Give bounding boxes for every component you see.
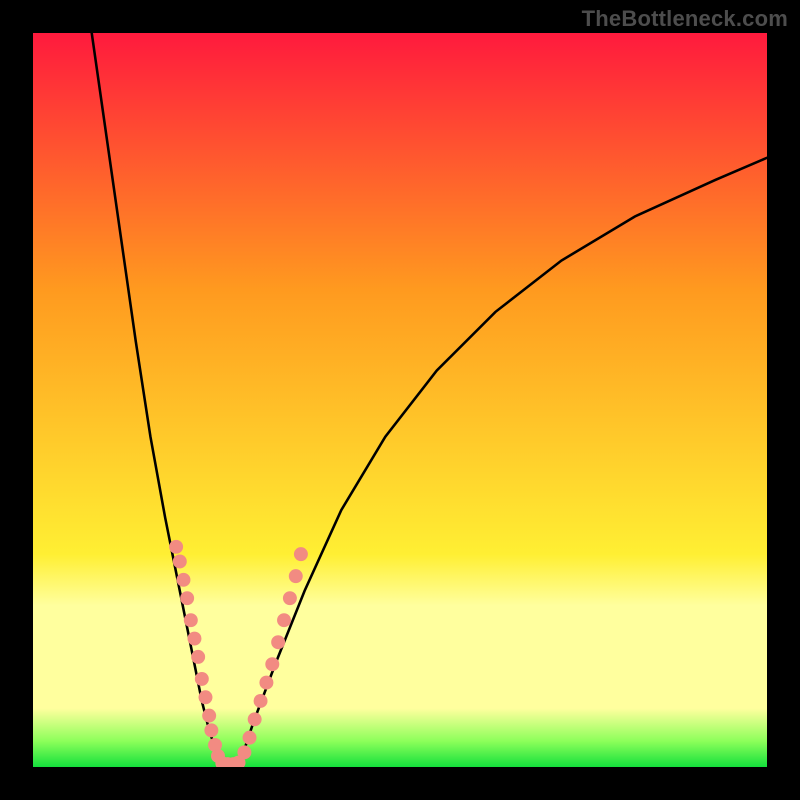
scatter-dot: [237, 745, 251, 759]
scatter-dot: [204, 723, 218, 737]
plot-frame: [33, 33, 767, 767]
scatter-dot: [191, 650, 205, 664]
scatter-dot: [243, 731, 257, 745]
gradient-background: [33, 33, 767, 767]
scatter-dot: [195, 672, 209, 686]
scatter-dot: [283, 591, 297, 605]
scatter-dot: [271, 635, 285, 649]
scatter-dot: [184, 613, 198, 627]
scatter-dot: [294, 547, 308, 561]
scatter-dot: [265, 657, 279, 671]
scatter-dot: [173, 555, 187, 569]
scatter-dot: [202, 709, 216, 723]
scatter-dot: [188, 632, 202, 646]
scatter-dot: [248, 712, 262, 726]
scatter-dot: [169, 540, 183, 554]
chart-stage: TheBottleneck.com: [0, 0, 800, 800]
scatter-dot: [277, 613, 291, 627]
scatter-dot: [176, 573, 190, 587]
scatter-dot: [199, 690, 213, 704]
scatter-dot: [180, 591, 194, 605]
scatter-dot: [289, 569, 303, 583]
scatter-dot: [259, 676, 273, 690]
plot-svg: [33, 33, 767, 767]
watermark-text: TheBottleneck.com: [582, 6, 788, 32]
scatter-dot: [254, 694, 268, 708]
